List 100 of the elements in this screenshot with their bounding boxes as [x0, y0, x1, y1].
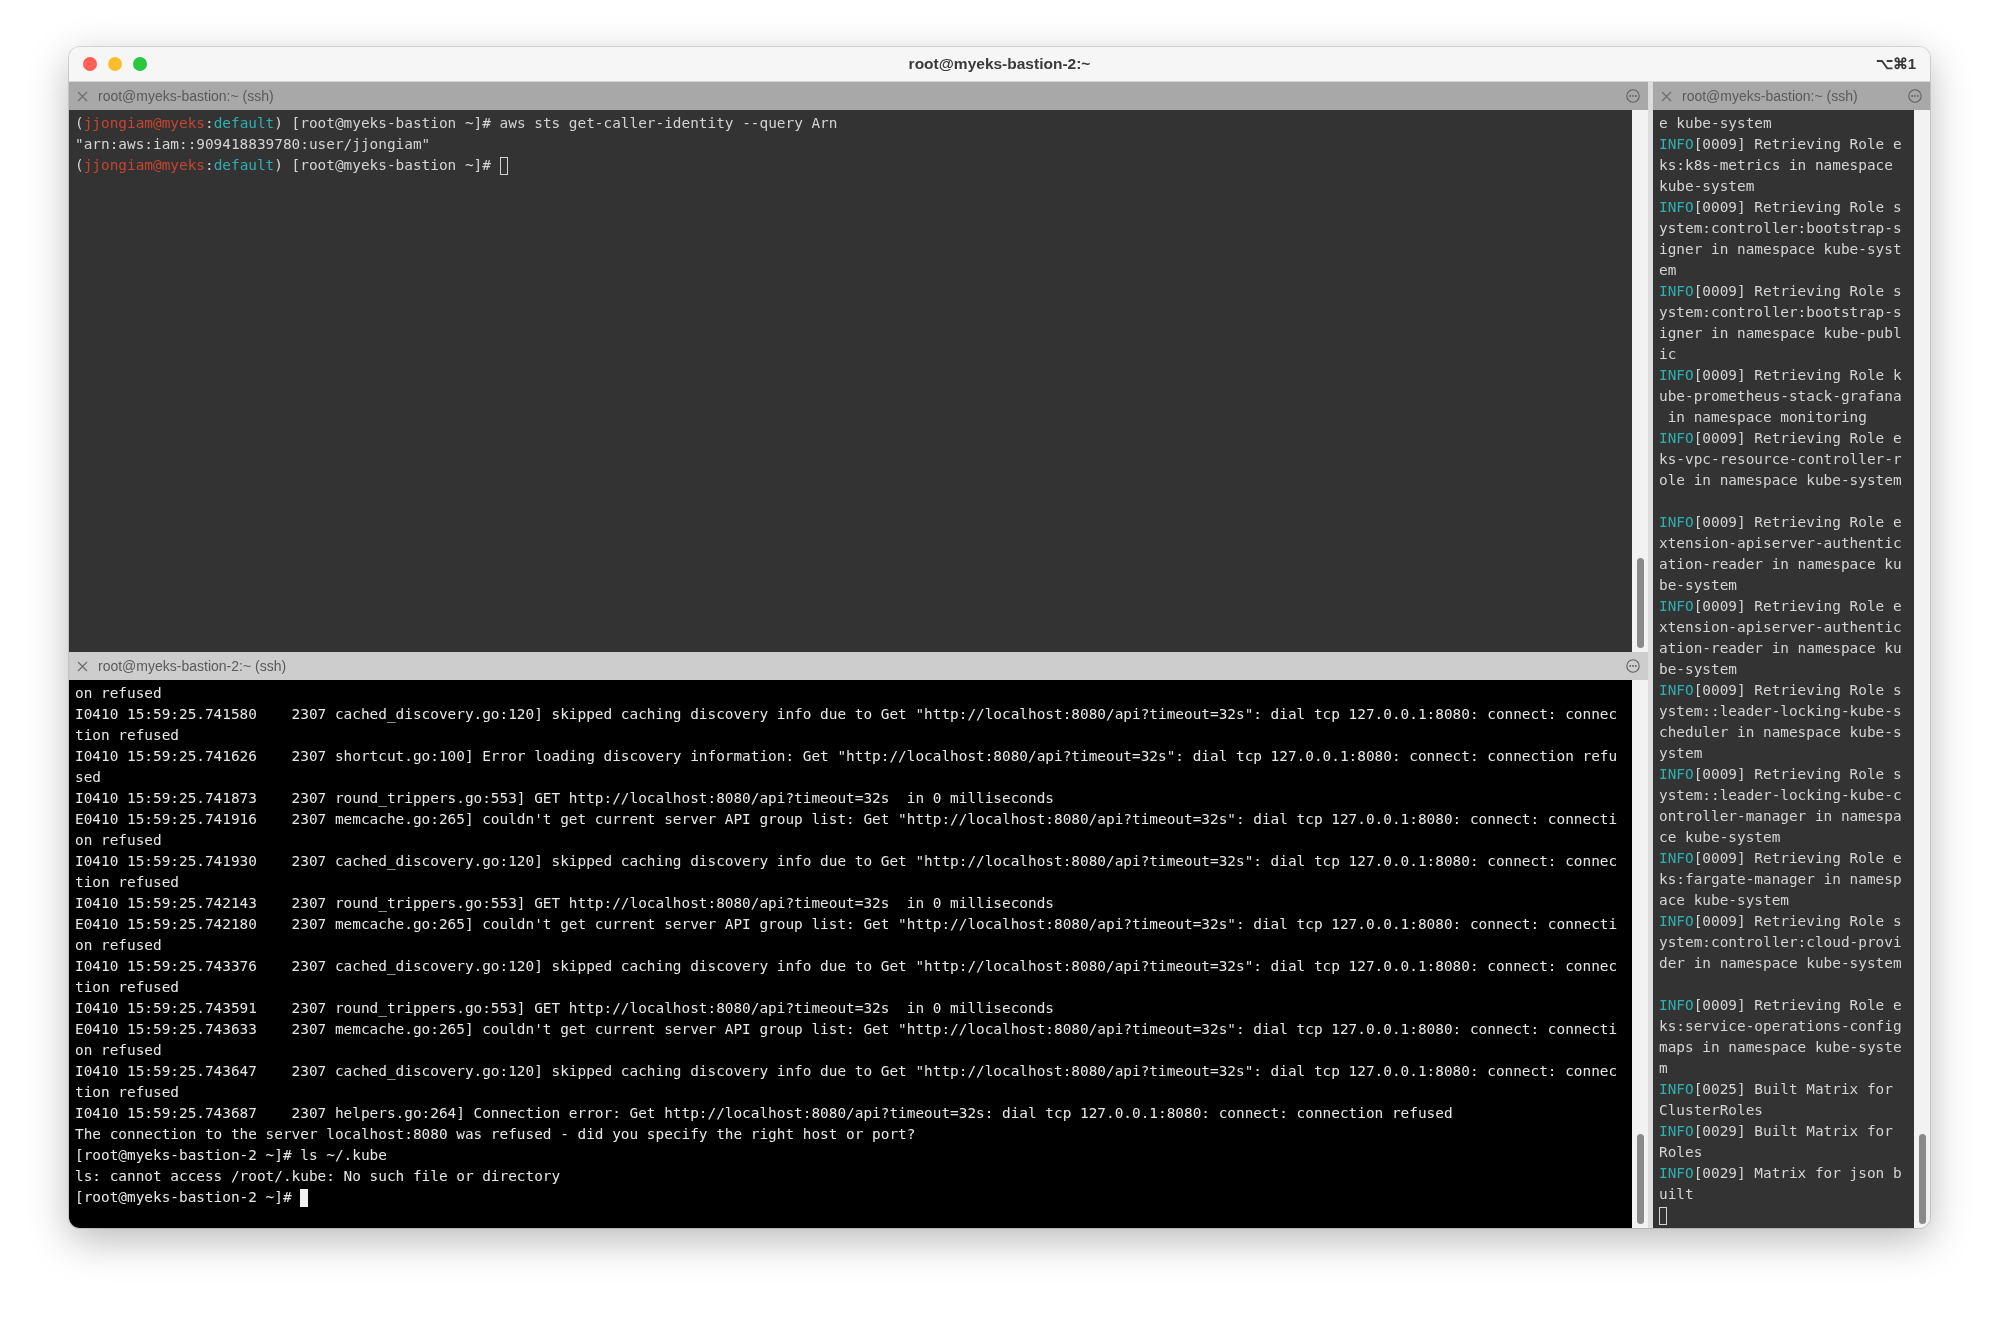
terminal-line: sed [75, 768, 101, 787]
terminal-line: ystem::leader-locking-kube-c [1659, 786, 1902, 805]
pane-tab-bar[interactable]: root@myeks-bastion-2:~ (ssh) [69, 652, 1648, 680]
terminal-line: in namespace monitoring [1666, 408, 1867, 427]
terminal-line: I0410 15:59:25.741580 2307 cached_discovery.go:120] skipped caching discovery info due to Get "http://localhost:8080/api?timeout=32s": dial tcp 127.0.0.1:8080: connect: connec [75, 705, 1618, 725]
terminal-line: e kube-system [1659, 114, 1772, 133]
tab-title: root@myeks-bastion:~ (ssh) [98, 88, 275, 104]
minimize-window-button[interactable] [108, 57, 122, 71]
terminal-line: ation-reader in namespace ku [1659, 639, 1902, 658]
terminal-line: be-system [1659, 576, 1737, 595]
terminal-line: kube-system [1659, 177, 1755, 196]
pane-tab-bar[interactable]: root@myeks-bastion:~ (ssh) [1653, 82, 1930, 110]
terminal-line: INFO[0009] Retrieving Role s [1659, 912, 1902, 931]
terminal-line: ace kube-system [1659, 891, 1789, 910]
terminal-line: ic [1659, 345, 1677, 364]
scrollbar-thumb[interactable] [1636, 1134, 1644, 1224]
terminal-line: INFO[0009] Retrieving Role e [1659, 849, 1902, 868]
terminal-line: INFO[0009] Retrieving Role s [1659, 282, 1902, 301]
terminal-line: INFO[0009] Retrieving Role e [1659, 513, 1902, 532]
terminal-line: ole in namespace kube-system [1659, 471, 1902, 490]
terminal-line: on refused [75, 936, 162, 955]
terminal-line: "arn:aws:iam::909418839780:user/jjongiam" [75, 135, 431, 154]
terminal-line: ystem:controller:bootstrap-s [1659, 303, 1902, 322]
terminal-line: INFO[0009] Retrieving Role e [1659, 597, 1902, 616]
terminal-line: ks-vpc-resource-controller-r [1659, 450, 1902, 469]
close-icon[interactable] [77, 660, 88, 672]
terminal-line: ontroller-manager in namespa [1659, 807, 1902, 826]
terminal-line: ystem:controller:cloud-provi [1659, 933, 1902, 952]
terminal-line: INFO[0009] Retrieving Role e [1659, 996, 1902, 1015]
terminal-line: tion refused [75, 1083, 179, 1102]
close-icon[interactable] [77, 90, 88, 102]
terminal-line: I0410 15:59:25.743687 2307 helpers.go:264] Connection error: Get http://localhost:8080/api?timeout=32s: dial tcp 127.0.0.1:8080: connect: connection refused [75, 1104, 1453, 1123]
close-icon[interactable] [1661, 90, 1672, 102]
terminal-line: I0410 15:59:25.742143 2307 round_trippers.go:553] GET http://localhost:8080/api?timeout=32s in 0 milliseconds [75, 894, 1055, 914]
terminal-line: INFO[0009] Retrieving Role s [1659, 681, 1902, 700]
terminal-line: ystem::leader-locking-kube-s [1659, 702, 1902, 721]
terminal-line: ystem [1659, 744, 1703, 763]
terminal-line: igner in namespace kube-publ [1659, 324, 1902, 343]
terminal-line: on refused [75, 1041, 162, 1060]
terminal-line: uilt [1659, 1185, 1694, 1204]
terminal-line: I0410 15:59:25.743591 2307 round_trippers.go:553] GET http://localhost:8080/api?timeout=32s in 0 milliseconds [75, 999, 1055, 1019]
window-shortcut: ⌥⌘1 [1874, 55, 1916, 73]
terminal-line: m [1659, 1059, 1668, 1078]
terminal-line: ation-reader in namespace ku [1659, 555, 1902, 574]
terminal-line: der in namespace kube-system [1659, 954, 1902, 973]
terminal-line: xtension-apiserver-authentic [1659, 618, 1902, 637]
terminal-line: tion refused [75, 978, 179, 997]
terminal-line: (jjongiam@myeks:default) [root@myeks-bastion ~]# [75, 156, 492, 175]
terminal-line: INFO[0009] Retrieving Role s [1659, 198, 1902, 217]
terminal-line: ks:fargate-manager in namesp [1659, 870, 1902, 889]
terminal-line: INFO[0009] Retrieving Role s [1659, 765, 1902, 784]
terminal-line: [root@myeks-bastion-2 ~]# [75, 1188, 293, 1207]
terminal-line: E0410 15:59:25.742180 2307 memcache.go:265] couldn't get current server API group list: Get "http://localhost:8080/api?timeout=32s": dial tcp 127.0.0.1:8080: connect: connecti [75, 915, 1618, 934]
terminal-output[interactable] [69, 680, 1632, 1228]
pane-tab-bar[interactable]: root@myeks-bastion:~ (ssh) [69, 82, 1648, 110]
terminal-line: igner in namespace kube-syst [1659, 240, 1902, 259]
close-window-button[interactable] [83, 57, 97, 71]
terminal-line: ube-prometheus-stack-grafana [1659, 387, 1902, 406]
terminal-output[interactable]: (jjongiam@myeks:default) [root@myeks-bastion ~]# aws sts get-caller-identity --query Arn "arn:aws:iam::909418839780:user/jjongiam" (jjongiam@myeks:default) [root@myeks-bastion ~]# [69, 110, 1632, 652]
terminal-line: [root@myeks-bastion-2 ~]# ls ~/.kube [75, 1146, 387, 1165]
terminal-line: INFO[0025] Built Matrix for [1659, 1080, 1893, 1099]
more-options-icon[interactable] [1626, 89, 1640, 103]
terminal-line: INFO[0029] Built Matrix for [1659, 1122, 1893, 1141]
terminal-line: be-system [1659, 660, 1737, 679]
terminal-line: E0410 15:59:25.741916 2307 memcache.go:265] couldn't get current server API group list: Get "http://localhost:8080/api?timeout=32s": dial tcp 127.0.0.1:8080: connect: connecti [75, 810, 1618, 829]
terminal-line: tion refused [75, 873, 179, 892]
scrollbar-thumb[interactable] [1636, 558, 1644, 648]
tab-title: root@myeks-bastion-2:~ (ssh) [98, 658, 288, 674]
terminal-line: ystem:controller:bootstrap-s [1659, 219, 1902, 238]
terminal-line: xtension-apiserver-authentic [1659, 534, 1902, 553]
scrollbar-thumb[interactable] [1918, 1134, 1926, 1224]
terminal-line: ls: cannot access /root/.kube: No such file or directory [75, 1167, 561, 1186]
terminal-line: Roles [1659, 1143, 1703, 1162]
more-options-icon[interactable] [1908, 89, 1922, 103]
terminal-line: ks:k8s-metrics in namespace [1659, 156, 1893, 175]
terminal-line: ks:service-operations-config [1659, 1017, 1902, 1036]
terminal-line: INFO[0009] Retrieving Role e [1659, 135, 1902, 154]
terminal-line: on refused [75, 831, 162, 850]
terminal-line: em [1659, 261, 1677, 280]
terminal-line: INFO[0009] Retrieving Role e [1659, 429, 1902, 448]
terminal-line: I0410 15:59:25.741930 2307 cached_discovery.go:120] skipped caching discovery info due to Get "http://localhost:8080/api?timeout=32s": dial tcp 127.0.0.1:8080: connect: connec [75, 852, 1618, 872]
terminal-line: (jjongiam@myeks:default) [root@myeks-bastion ~]# aws sts get-caller-identity --query Arn [75, 114, 838, 133]
window-title: root@myeks-bastion-2:~ [907, 55, 1092, 73]
terminal-line: I0410 15:59:25.741873 2307 round_trippers.go:553] GET http://localhost:8080/api?timeout=32s in 0 milliseconds [75, 789, 1055, 809]
terminal-line: INFO[0029] Matrix for json b [1659, 1164, 1902, 1183]
terminal-line: maps in namespace kube-syste [1659, 1038, 1902, 1057]
terminal-line: The connection to the server localhost:8080 was refused - did you specify the right host or port? [75, 1125, 916, 1144]
terminal-line: E0410 15:59:25.743633 2307 memcache.go:265] couldn't get current server API group list: Get "http://localhost:8080/api?timeout=32s": dial tcp 127.0.0.1:8080: connect: connecti [75, 1020, 1618, 1039]
zoom-window-button[interactable] [133, 57, 147, 71]
terminal-line: ce kube-system [1659, 828, 1781, 847]
more-options-icon[interactable] [1626, 659, 1640, 673]
terminal-line: cheduler in namespace kube-s [1659, 723, 1902, 742]
terminal-line: tion refused [75, 726, 179, 745]
terminal-output[interactable] [1653, 110, 1914, 1228]
terminal-line: I0410 15:59:25.743376 2307 cached_discovery.go:120] skipped caching discovery info due to Get "http://localhost:8080/api?timeout=32s": dial tcp 127.0.0.1:8080: connect: connec [75, 957, 1618, 977]
terminal-line: I0410 15:59:25.741626 2307 shortcut.go:100] Error loading discovery information: Get "http://localhost:8080/api?timeout=32s": dial tcp 127.0.0.1:8080: connect: connection refu [75, 747, 1618, 766]
tab-title: root@myeks-bastion:~ (ssh) [1682, 88, 1859, 104]
terminal-line: ClusterRoles [1659, 1101, 1763, 1120]
terminal-line: INFO[0009] Retrieving Role k [1659, 366, 1902, 385]
terminal-line: on refused [75, 684, 162, 703]
